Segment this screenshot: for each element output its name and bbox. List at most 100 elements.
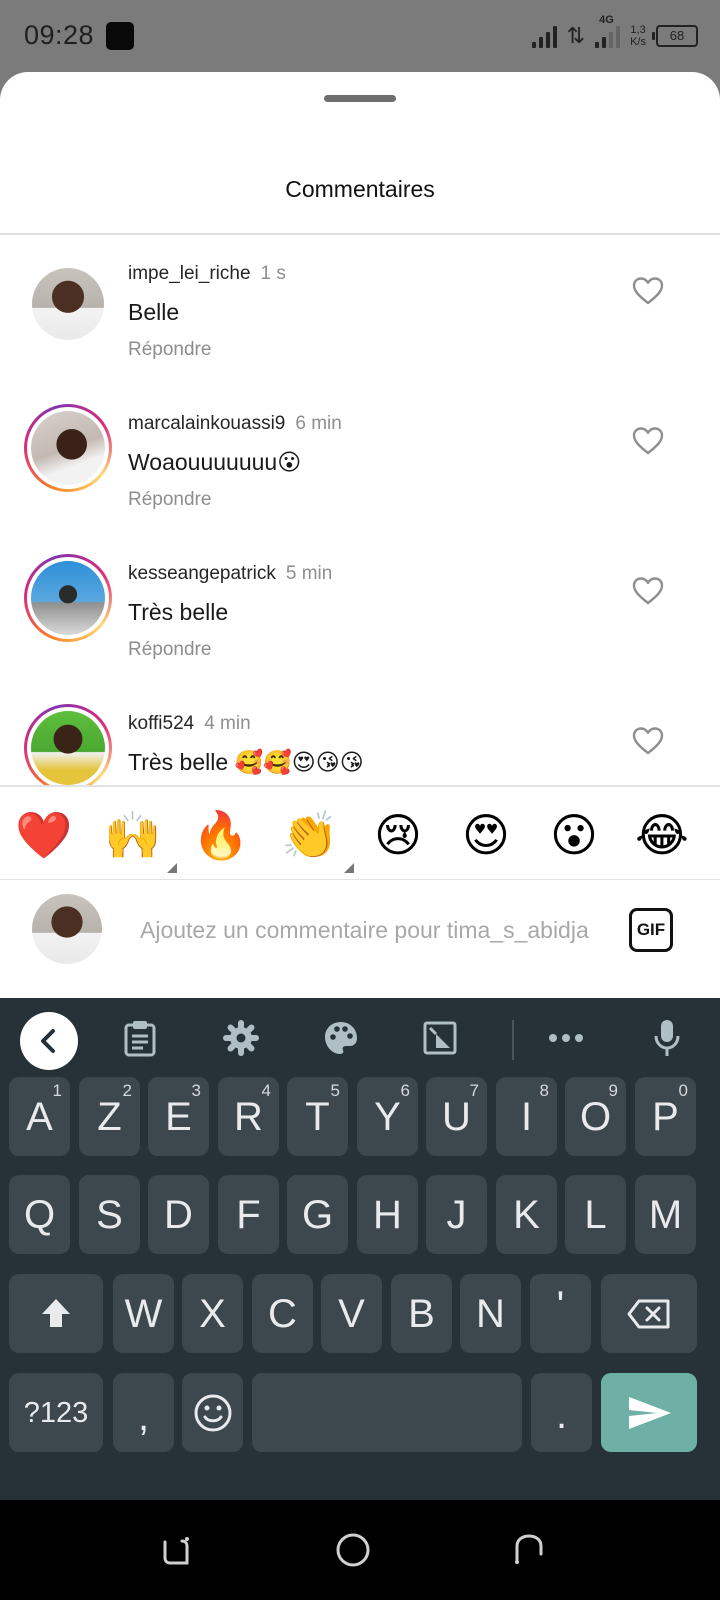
key-b[interactable]: B <box>391 1274 452 1353</box>
skin-tone-indicator-icon <box>344 863 354 873</box>
key-x[interactable]: X <box>182 1274 243 1353</box>
more-options-icon[interactable] <box>546 1018 586 1058</box>
comment-item: koffi524 4 min Très belle 🥰🥰😍😘😘 <box>0 685 720 785</box>
key-label: N <box>476 1292 505 1336</box>
signal-4g-icon: 4G <box>595 14 621 48</box>
like-heart-icon[interactable] <box>632 426 664 456</box>
emoji-raising-hands[interactable]: 🙌 <box>103 805 177 873</box>
comment-time: 6 min <box>295 413 342 434</box>
key-n[interactable]: N <box>460 1274 521 1353</box>
gif-button[interactable]: GIF <box>629 908 673 952</box>
like-heart-icon[interactable] <box>632 576 664 606</box>
key-l[interactable]: L <box>565 1175 626 1254</box>
reply-button[interactable]: Répondre <box>128 339 211 361</box>
key-o[interactable]: O9 <box>565 1077 626 1156</box>
key-f[interactable]: F <box>218 1175 279 1254</box>
key-i[interactable]: I8 <box>496 1077 557 1156</box>
space-bar[interactable] <box>252 1373 522 1452</box>
comment-time: 1 s <box>260 263 286 284</box>
recent-apps-icon[interactable] <box>155 1528 199 1572</box>
sheet-title: Commentaires <box>285 176 435 202</box>
avatar[interactable] <box>24 404 112 492</box>
key-c[interactable]: C <box>252 1274 313 1353</box>
shift-key[interactable] <box>9 1274 103 1353</box>
key-p[interactable]: P0 <box>635 1077 696 1156</box>
back-icon[interactable] <box>507 1528 551 1572</box>
clipboard-icon[interactable] <box>120 1018 160 1058</box>
key-j[interactable]: J <box>426 1175 487 1254</box>
emoji-surprised-face[interactable]: 😮 <box>544 805 604 865</box>
microphone-icon[interactable] <box>647 1018 687 1058</box>
key-label: F <box>236 1193 261 1237</box>
data-arrows-icon: ⇅ <box>566 23 586 49</box>
avatar[interactable] <box>24 260 112 348</box>
comment-meta: impe_lei_riche 1 s <box>128 263 286 285</box>
reply-button[interactable]: Répondre <box>128 639 211 661</box>
one-handed-mode-icon[interactable] <box>420 1018 460 1058</box>
key-m[interactable]: M <box>635 1175 696 1254</box>
comment-username[interactable]: impe_lei_riche <box>128 263 251 284</box>
key-e[interactable]: E3 <box>148 1077 209 1156</box>
key-hint: 0 <box>678 1081 688 1100</box>
comment-username[interactable]: koffi524 <box>128 713 194 734</box>
key-label: ' <box>556 1284 565 1328</box>
reply-button[interactable]: Répondre <box>128 489 211 511</box>
avatar[interactable] <box>24 554 112 642</box>
home-icon[interactable] <box>331 1528 375 1572</box>
backspace-key[interactable] <box>601 1274 697 1353</box>
key-z[interactable]: Z2 <box>79 1077 140 1156</box>
key-comma[interactable]: , <box>113 1373 174 1452</box>
key-label: , <box>137 1395 150 1439</box>
key-hint: 2 <box>122 1081 132 1100</box>
symbols-key[interactable]: ?123 <box>9 1373 103 1452</box>
key-t[interactable]: T5 <box>287 1077 348 1156</box>
sheet-drag-handle[interactable] <box>324 95 396 102</box>
comment-list[interactable]: impe_lei_riche 1 s Belle Répondre marcala… <box>0 235 720 785</box>
comment-username[interactable]: kesseangepatrick <box>128 563 276 584</box>
key-u[interactable]: U7 <box>426 1077 487 1156</box>
key-q[interactable]: Q <box>9 1175 70 1254</box>
emoji-heart[interactable]: ❤️ <box>14 805 74 865</box>
emoji-clapping-hands-glyph: 👏 <box>281 808 339 862</box>
key-label: L <box>584 1193 607 1237</box>
avatar[interactable] <box>24 704 112 785</box>
comment-text: Woaouuuuuuu😮 <box>128 449 302 475</box>
key-r[interactable]: R4 <box>218 1077 279 1156</box>
emoji-tears-of-joy[interactable]: 😂 <box>632 805 692 865</box>
comment-time: 5 min <box>285 563 333 584</box>
emoji-crying-face[interactable]: 😢 <box>368 805 428 865</box>
key-label: U <box>442 1095 471 1139</box>
key-apostrophe[interactable]: ' <box>530 1274 591 1353</box>
settings-gear-icon[interactable] <box>221 1018 261 1058</box>
comment-input[interactable] <box>140 910 610 950</box>
key-hint: 1 <box>52 1081 62 1100</box>
key-d[interactable]: D <box>148 1175 209 1254</box>
key-label: E <box>165 1095 192 1139</box>
backspace-icon <box>627 1299 670 1329</box>
key-w[interactable]: W <box>113 1274 174 1353</box>
theme-palette-icon[interactable] <box>321 1018 361 1058</box>
send-key[interactable] <box>601 1373 697 1452</box>
key-hint: 8 <box>539 1081 549 1100</box>
app-notification-icon <box>106 22 134 50</box>
emoji-key[interactable] <box>182 1373 243 1452</box>
emoji-heart-eyes[interactable]: 😍 <box>456 805 516 865</box>
shift-arrow-icon <box>42 1299 70 1327</box>
key-y[interactable]: Y6 <box>357 1077 418 1156</box>
keyboard-back-button[interactable] <box>20 1012 78 1070</box>
key-a[interactable]: A1 <box>9 1077 70 1156</box>
emoji-clapping-hands[interactable]: 👏 <box>280 805 354 873</box>
key-g[interactable]: G <box>287 1175 348 1254</box>
key-period[interactable]: . <box>531 1373 592 1452</box>
key-h[interactable]: H <box>357 1175 418 1254</box>
key-s[interactable]: S <box>79 1175 140 1254</box>
key-k[interactable]: K <box>496 1175 557 1254</box>
comment-username[interactable]: marcalainkouassi9 <box>128 413 285 434</box>
key-v[interactable]: V <box>321 1274 382 1353</box>
emoji-fire[interactable]: 🔥 <box>191 805 251 865</box>
like-heart-icon[interactable] <box>632 726 664 756</box>
like-heart-icon[interactable] <box>632 276 664 306</box>
network-type-label: 4G <box>599 14 614 26</box>
key-hint: 9 <box>608 1081 618 1100</box>
comment-item: impe_lei_riche 1 s Belle Répondre <box>0 235 720 385</box>
